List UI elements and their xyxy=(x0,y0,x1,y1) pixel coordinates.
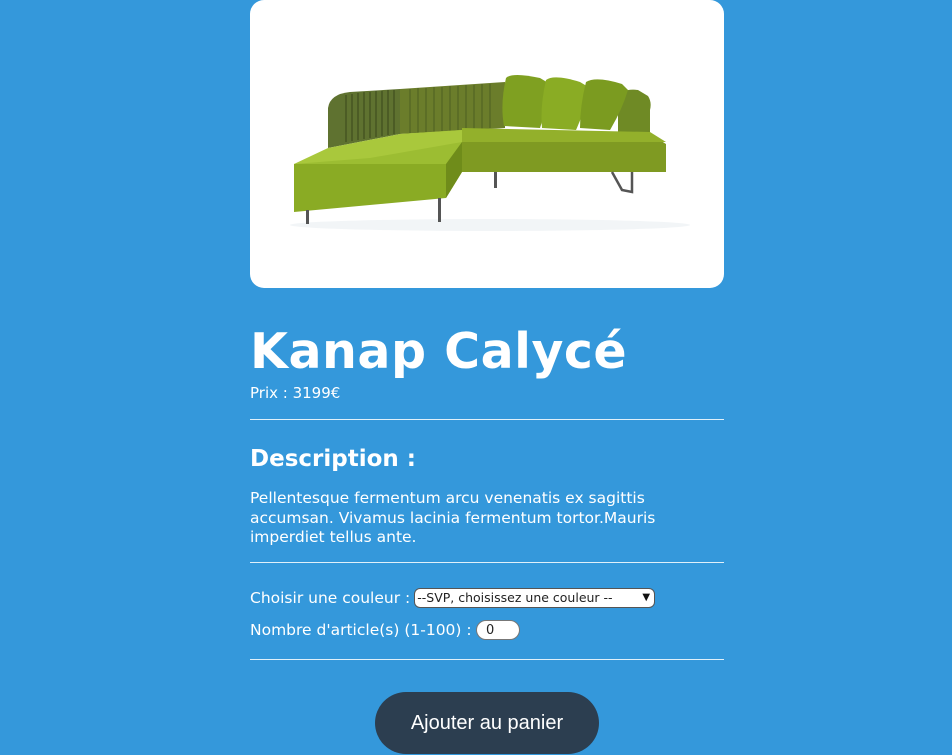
color-label: Choisir une couleur : xyxy=(250,589,411,607)
color-select[interactable]: --SVP, choisissez une couleur -- ▼ xyxy=(414,588,656,608)
divider xyxy=(250,562,724,563)
color-option-row: Choisir une couleur : --SVP, choisissez … xyxy=(250,588,656,608)
product-page: Kanap Calycé Prix : 3199€ Description : … xyxy=(0,0,952,755)
product-section: Kanap Calycé Prix : 3199€ Description : … xyxy=(250,0,724,660)
sofa-illustration xyxy=(290,75,690,231)
quantity-option-row: Nombre d'article(s) (1-100) : xyxy=(250,620,520,640)
chevron-down-icon: ▼ xyxy=(642,592,651,603)
price-label: Prix : xyxy=(250,384,293,402)
divider xyxy=(250,659,724,660)
quantity-input[interactable] xyxy=(475,620,520,640)
color-select-value: --SVP, choisissez une couleur -- xyxy=(417,590,613,605)
price-value: 3199 xyxy=(292,384,331,402)
price-currency: € xyxy=(330,384,341,402)
product-price: Prix : 3199€ xyxy=(250,384,340,402)
description-title: Description : xyxy=(250,446,416,472)
add-to-cart-button[interactable]: Ajouter au panier xyxy=(375,692,599,754)
description-text: Pellentesque fermentum arcu venenatis ex… xyxy=(250,489,656,546)
product-image xyxy=(250,0,724,288)
divider xyxy=(250,419,724,420)
product-title: Kanap Calycé xyxy=(250,323,628,380)
quantity-label: Nombre d'article(s) (1-100) : xyxy=(250,621,472,639)
